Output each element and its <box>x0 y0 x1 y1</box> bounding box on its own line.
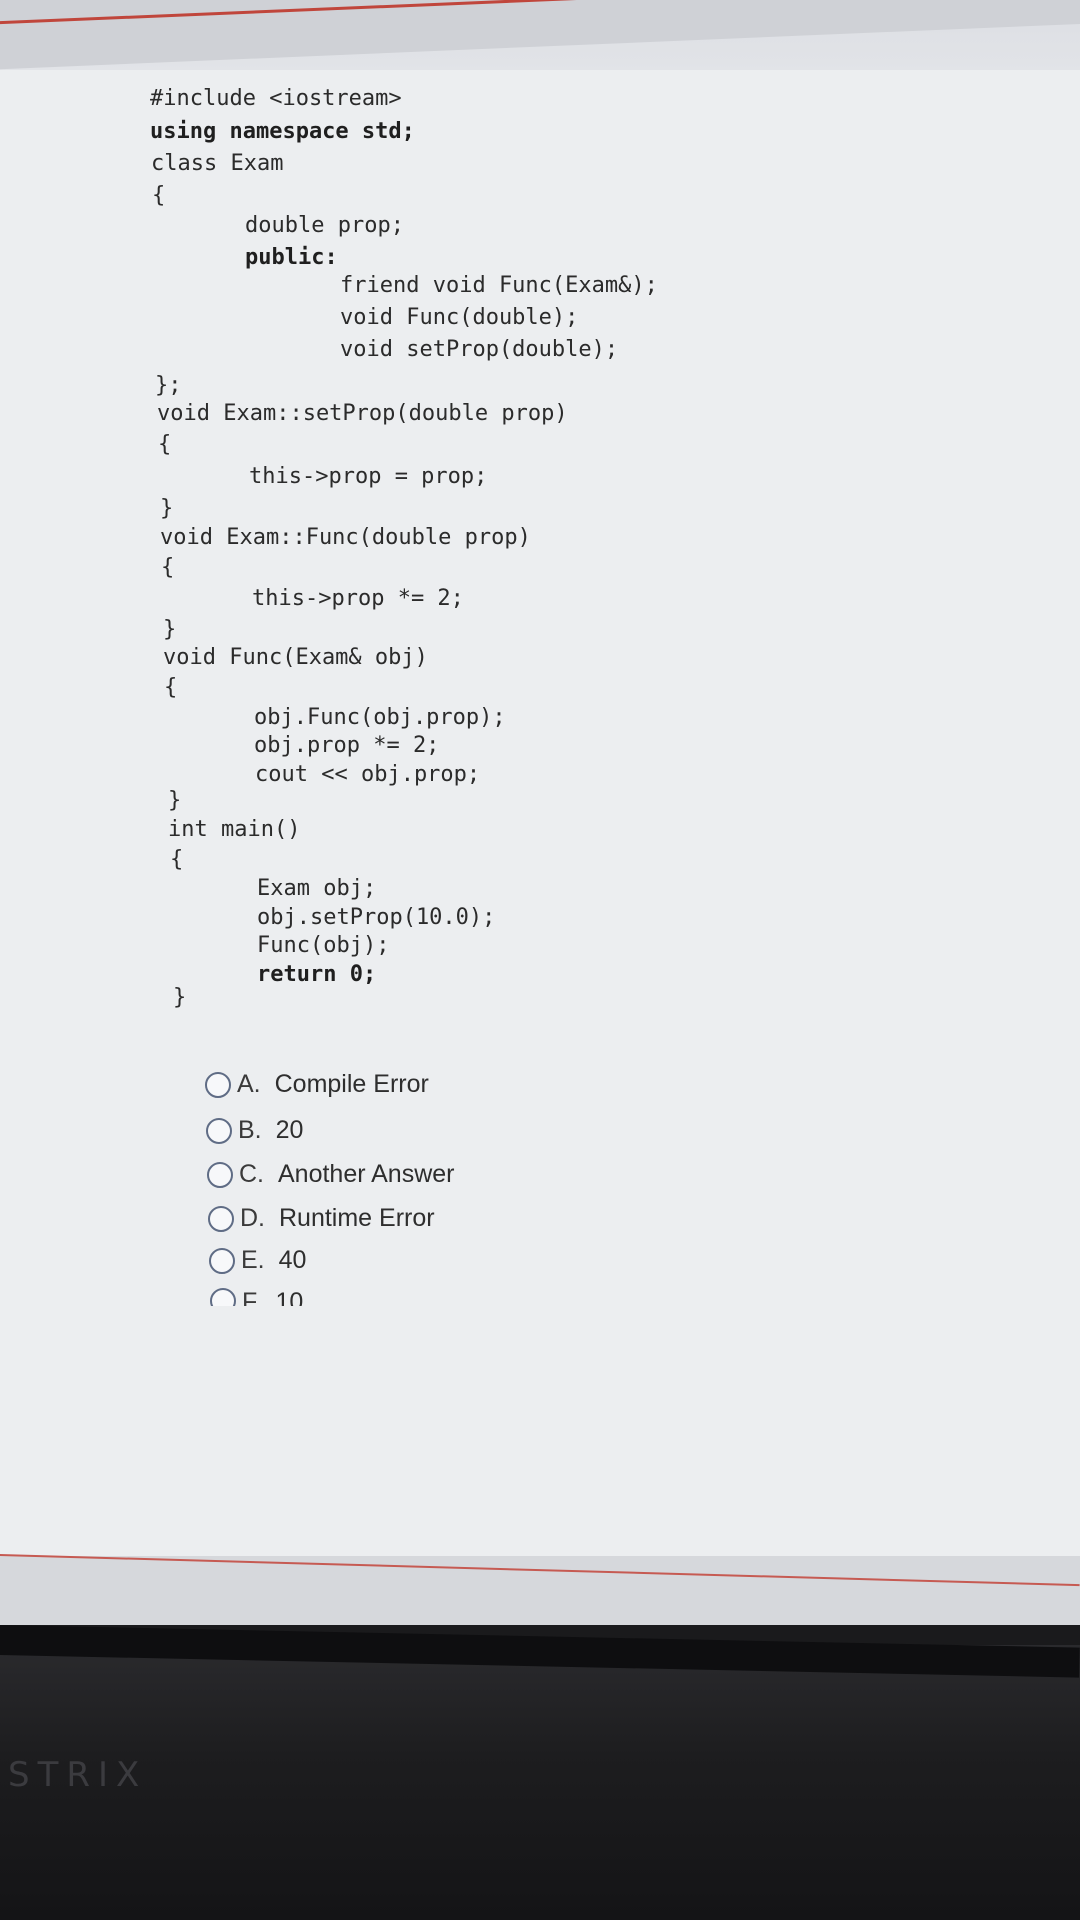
option-e[interactable]: E. 40 <box>209 1246 306 1275</box>
code-line: } <box>168 788 182 813</box>
code-line: using namespace std; <box>150 119 415 144</box>
option-d[interactable]: D. Runtime Error <box>208 1204 435 1233</box>
option-letter: D. <box>240 1204 265 1232</box>
option-letter: B. <box>238 1116 262 1144</box>
radio-button-icon[interactable] <box>208 1205 234 1232</box>
code-line: obj.Func(obj.prop); <box>254 705 506 730</box>
code-line: friend void Func(Exam&); <box>340 273 658 298</box>
option-b[interactable]: B. 20 <box>206 1116 303 1145</box>
code-line: void Func(Exam& obj) <box>163 645 428 670</box>
code-line: obj.setProp(10.0); <box>257 905 496 930</box>
monitor-screen: #include <iostream> using namespace std;… <box>0 0 1080 1625</box>
code-line: return 0; <box>257 962 377 987</box>
code-line: class Exam <box>151 151 284 176</box>
code-line: { <box>161 555 175 580</box>
code-line: } <box>163 617 177 642</box>
code-line: #include <iostream> <box>150 86 402 111</box>
code-line: this->prop = prop; <box>249 464 488 489</box>
code-line: void setProp(double); <box>340 337 619 362</box>
code-line: int main() <box>168 817 301 842</box>
code-line: } <box>160 496 174 521</box>
radio-button-icon[interactable] <box>206 1117 232 1144</box>
laptop-body <box>0 1645 1080 1920</box>
radio-button-icon[interactable] <box>207 1161 233 1188</box>
code-line: public: <box>245 245 338 270</box>
code-line: obj.prop *= 2; <box>254 733 440 758</box>
option-label: 40 <box>278 1246 307 1274</box>
radio-button-icon[interactable] <box>210 1288 236 1306</box>
browser-chrome-strip <box>0 0 1080 70</box>
option-letter: A. <box>237 1070 261 1098</box>
option-f[interactable]: F. 10 <box>210 1288 303 1306</box>
code-line: }; <box>155 373 182 398</box>
code-line: double prop; <box>245 213 404 238</box>
screen-bottom-strip <box>0 1556 1080 1625</box>
code-line: { <box>152 183 166 208</box>
option-label: Runtime Error <box>279 1204 435 1232</box>
brand-logo: STRIX <box>8 1755 148 1795</box>
option-letter: F. <box>242 1288 262 1306</box>
code-line: Exam obj; <box>257 876 377 901</box>
quiz-page: #include <iostream> using namespace std;… <box>0 70 1080 1560</box>
code-line: this->prop *= 2; <box>252 586 464 611</box>
radio-button-icon[interactable] <box>209 1247 235 1274</box>
option-letter: E. <box>241 1246 265 1274</box>
option-label: 10 <box>275 1288 304 1306</box>
code-line: void Exam::Func(double prop) <box>160 525 531 550</box>
option-c[interactable]: C. Another Answer <box>207 1160 455 1189</box>
code-line: { <box>158 432 172 457</box>
option-label: Compile Error <box>274 1070 429 1098</box>
code-line: } <box>173 985 187 1010</box>
code-line: cout << obj.prop; <box>255 762 481 787</box>
code-line: Func(obj); <box>257 933 390 958</box>
code-line: void Exam::setProp(double prop) <box>157 401 568 426</box>
option-letter: C. <box>239 1160 264 1188</box>
radio-button-icon[interactable] <box>205 1071 231 1098</box>
option-label: 20 <box>275 1116 304 1144</box>
option-a[interactable]: A. Compile Error <box>205 1070 429 1099</box>
option-label: Another Answer <box>278 1160 455 1188</box>
code-line: { <box>170 847 184 872</box>
code-line: { <box>164 675 178 700</box>
code-line: void Func(double); <box>340 305 579 330</box>
